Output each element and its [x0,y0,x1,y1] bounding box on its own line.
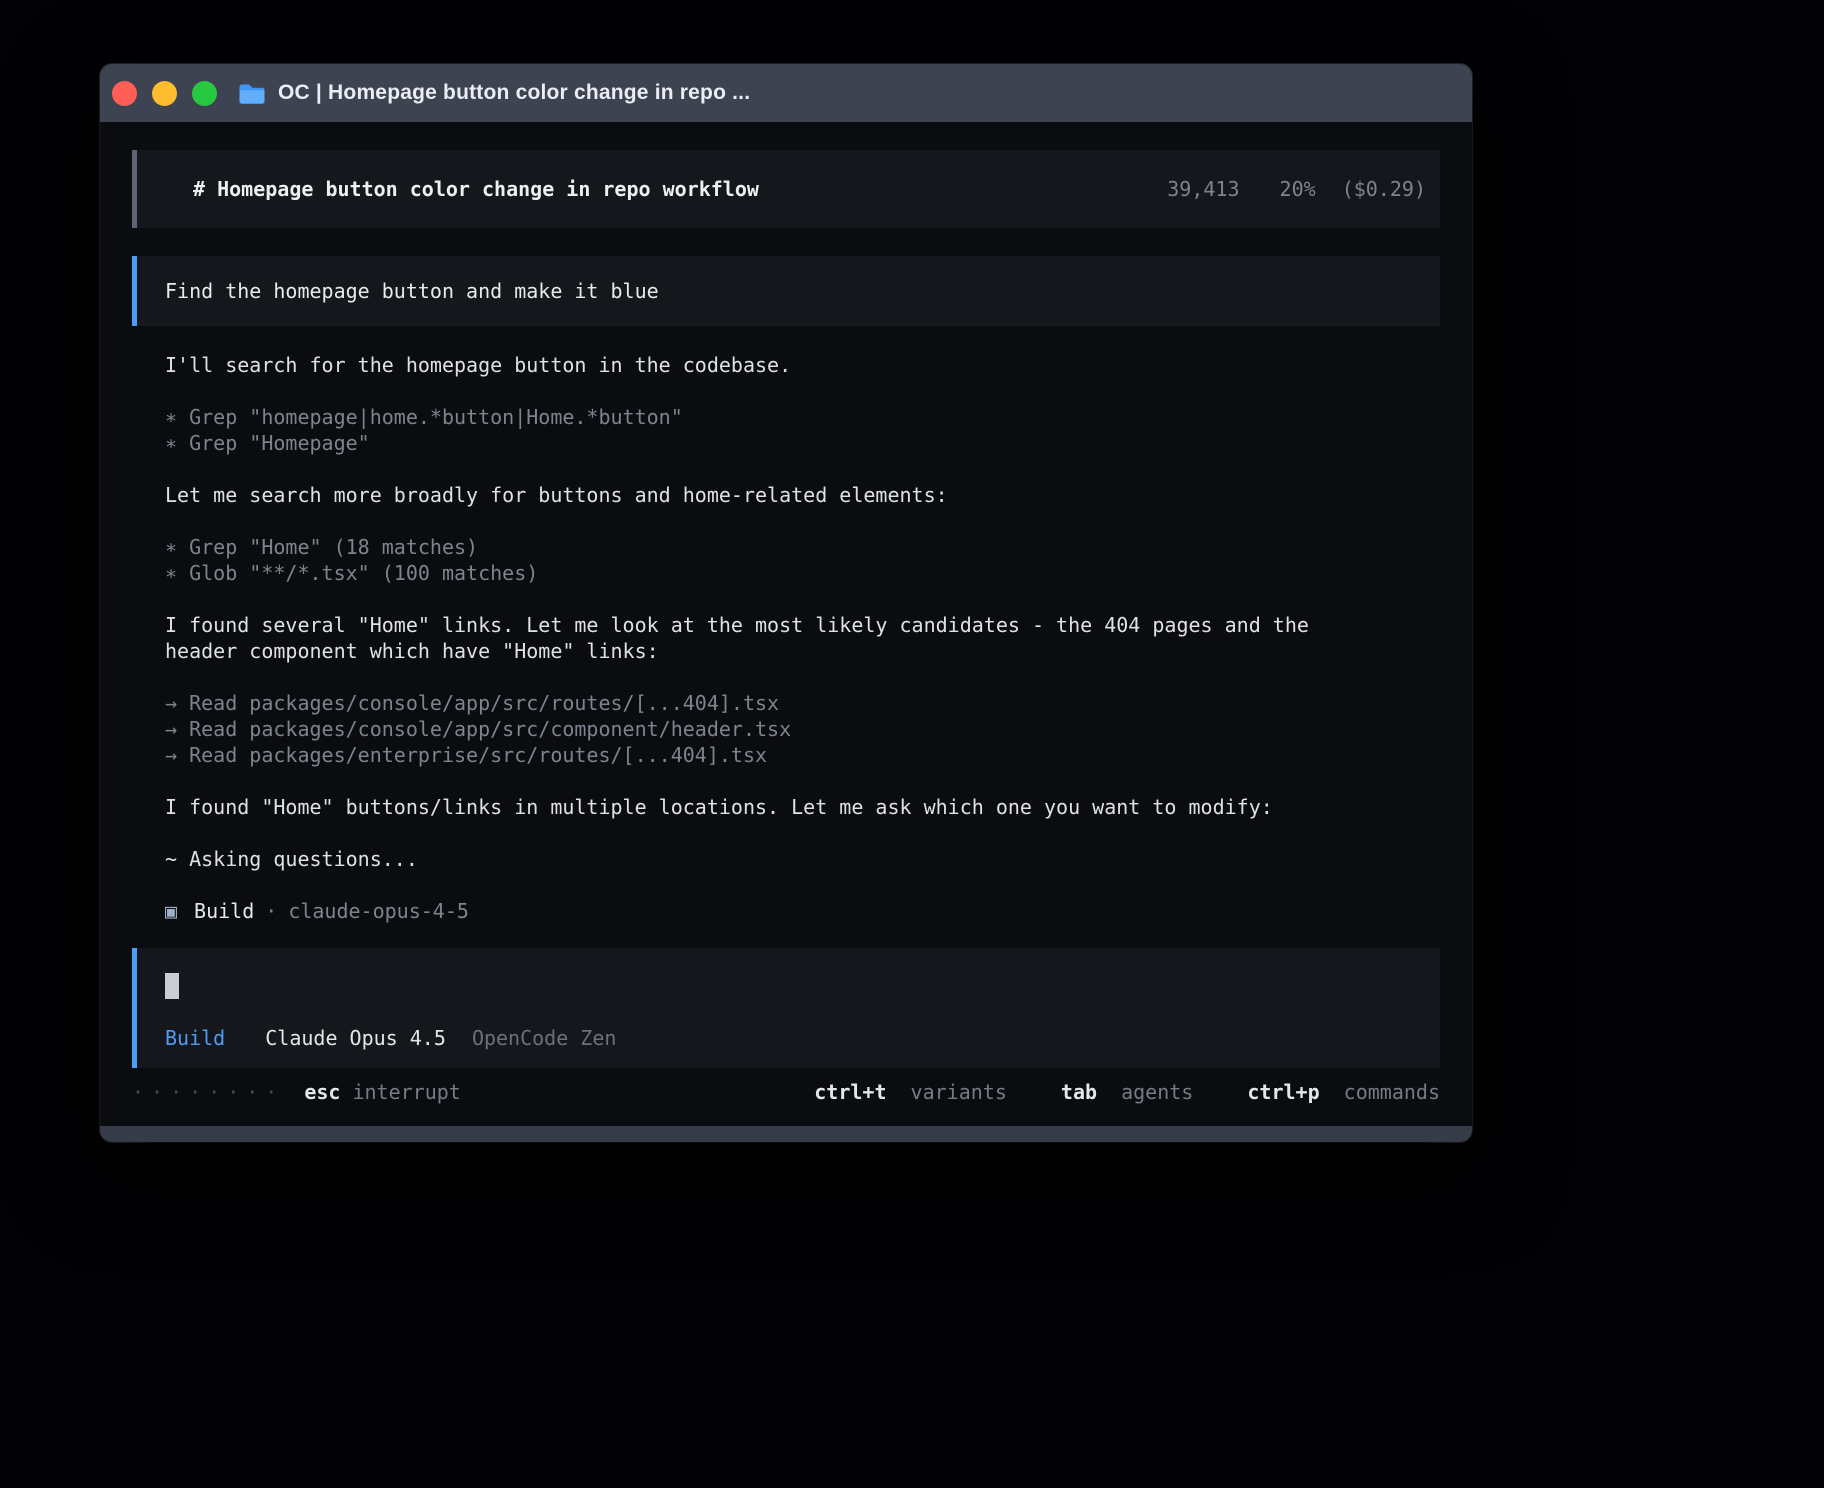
zoom-button[interactable] [192,81,217,106]
variants-label: variants [911,1080,1007,1104]
traffic-lights [112,81,217,106]
activity-dots-icon: ········ [132,1079,284,1105]
assistant-message: I found several "Home" links. Let me loo… [132,612,1347,664]
commands-label: commands [1344,1080,1440,1104]
agent-model: claude-opus-4-5 [288,898,469,924]
assistant-message: I'll search for the homepage button in t… [132,352,1347,378]
folder-icon [238,82,266,105]
glob-tool-call: ∗ Glob "**/*.tsx" (100 matches) [165,560,1440,586]
read-tool-call: → Read packages/console/app/src/routes/[… [165,690,1440,716]
input-line [165,973,1412,999]
input-provider-label: OpenCode Zen [472,1026,617,1050]
agent-separator: · [265,898,277,924]
input-model-label: Claude Opus 4.5 [265,1026,446,1050]
grep-tool-call: ∗ Grep "Home" (18 matches) [165,534,1440,560]
tool-call-group: → Read packages/console/app/src/routes/[… [132,690,1440,768]
close-button[interactable] [112,81,137,106]
titlebar[interactable]: OC | Homepage button color change in rep… [100,64,1472,122]
session-title: # Homepage button color change in repo w… [193,176,759,202]
session-stats: 39,413 20% ($0.29) [1167,176,1426,202]
user-message-text: Find the homepage button and make it blu… [165,279,659,303]
tool-call-group: ∗ Grep "Home" (18 matches) ∗ Glob "**/*.… [132,534,1440,586]
agents-shortcut: tab agents [1061,1080,1205,1104]
prompt-input[interactable]: Build Claude Opus 4.5 OpenCode Zen [132,948,1440,1068]
commands-shortcut: ctrl+p commands [1247,1080,1440,1104]
window-bottom-edge [100,1126,1472,1142]
terminal-content: # Homepage button color change in repo w… [100,122,1472,1142]
assistant-message: I found "Home" buttons/links in multiple… [132,794,1347,820]
agent-status-line: ▣ Build · claude-opus-4-5 [132,898,1440,924]
esc-key-label: interrupt [352,1079,460,1105]
variants-key: ctrl+t [814,1080,886,1104]
window-title: OC | Homepage button color change in rep… [278,81,750,105]
commands-key: ctrl+p [1247,1080,1319,1104]
agent-name: Build [194,898,254,924]
status-bar-left: ········ esc interrupt [132,1079,461,1105]
read-tool-call: → Read packages/console/app/src/componen… [165,716,1440,742]
variants-shortcut: ctrl+t variants [814,1080,1019,1104]
session-header: # Homepage button color change in repo w… [132,150,1440,228]
grep-tool-call: ∗ Grep "homepage|home.*button|Home.*butt… [165,404,1440,430]
terminal-window: OC | Homepage button color change in rep… [100,64,1472,1142]
agents-label: agents [1121,1080,1193,1104]
esc-key-hint: esc [304,1079,340,1105]
asking-questions-status: ~ Asking questions... [132,846,1347,872]
user-message: Find the homepage button and make it blu… [132,256,1440,326]
context-percent: 20% [1280,177,1316,201]
status-bar: ········ esc interrupt ctrl+t variants t… [132,1079,1440,1105]
input-agent-label: Build [165,1026,225,1050]
tool-call-group: ∗ Grep "homepage|home.*button|Home.*butt… [132,404,1440,456]
text-cursor [165,973,179,999]
assistant-message: Let me search more broadly for buttons a… [132,482,1347,508]
read-tool-call: → Read packages/enterprise/src/routes/[.… [165,742,1440,768]
agents-key: tab [1061,1080,1097,1104]
session-cost: ($0.29) [1342,177,1426,201]
minimize-button[interactable] [152,81,177,106]
token-count: 39,413 [1167,177,1239,201]
model-selector-row[interactable]: Build Claude Opus 4.5 OpenCode Zen [165,1025,1412,1051]
grep-tool-call: ∗ Grep "Homepage" [165,430,1440,456]
status-bar-right: ctrl+t variants tab agents ctrl+p comman… [772,1079,1440,1105]
task-icon: ▣ [165,898,177,924]
